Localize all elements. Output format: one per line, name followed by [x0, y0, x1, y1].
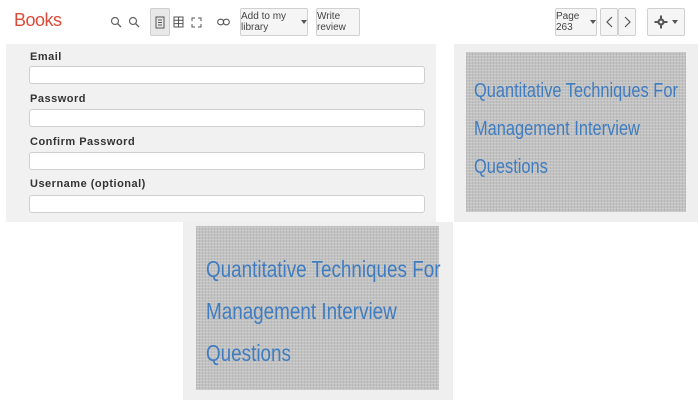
previous-page-button[interactable] [600, 8, 618, 36]
username-label: Username (optional) [30, 178, 146, 190]
caret-down-icon [672, 20, 678, 24]
zoom-out-icon [128, 16, 140, 28]
books-brand[interactable]: Books [14, 10, 62, 31]
email-label: Email [30, 51, 62, 63]
add-to-library-button[interactable]: Add to my library [240, 8, 308, 36]
single-page-view-button[interactable] [150, 8, 170, 36]
confirm-password-field[interactable] [29, 152, 425, 170]
page-dropdown[interactable]: Page 263 [555, 8, 597, 36]
zoom-in-button[interactable] [106, 8, 126, 36]
link-button[interactable] [212, 8, 234, 36]
page-number-label: Page 263 [556, 11, 580, 33]
confirm-password-label: Confirm Password [30, 136, 136, 148]
signup-form: Email Password Confirm Password Username… [6, 44, 436, 222]
add-to-library-label: Add to my library [241, 11, 287, 33]
book-page-title: Quantitative Techniques For Management I… [206, 248, 440, 374]
grid-view-button[interactable] [168, 8, 188, 36]
fullscreen-icon [191, 17, 202, 28]
write-review-button[interactable]: Write review [316, 8, 360, 36]
chevron-left-icon [605, 16, 613, 28]
book-page-title: Quantitative Techniques For Management I… [474, 72, 678, 186]
username-field[interactable] [29, 195, 425, 213]
title-line: Questions [474, 156, 548, 178]
caret-down-icon [301, 20, 307, 24]
link-icon [216, 18, 230, 26]
settings-button[interactable] [647, 8, 685, 36]
title-line: Quantitative Techniques For [206, 256, 441, 282]
caret-down-icon [590, 20, 596, 24]
title-line: Management Interview [474, 118, 640, 140]
single-page-view-icon [155, 16, 165, 29]
toolbar: Books Add to my library Write review Pag… [0, 0, 700, 44]
password-label: Password [30, 93, 86, 105]
grid-view-icon [173, 16, 184, 28]
title-line: Management Interview [206, 298, 397, 324]
title-line: Quantitative Techniques For [474, 80, 678, 102]
next-page-button[interactable] [618, 8, 636, 36]
zoom-out-button[interactable] [124, 8, 144, 36]
email-field[interactable] [29, 66, 425, 84]
fullscreen-button[interactable] [186, 8, 206, 36]
gear-icon [654, 15, 668, 29]
password-field[interactable] [29, 109, 425, 127]
zoom-in-icon [110, 16, 122, 28]
chevron-right-icon [624, 16, 631, 28]
title-line: Questions [206, 340, 291, 366]
